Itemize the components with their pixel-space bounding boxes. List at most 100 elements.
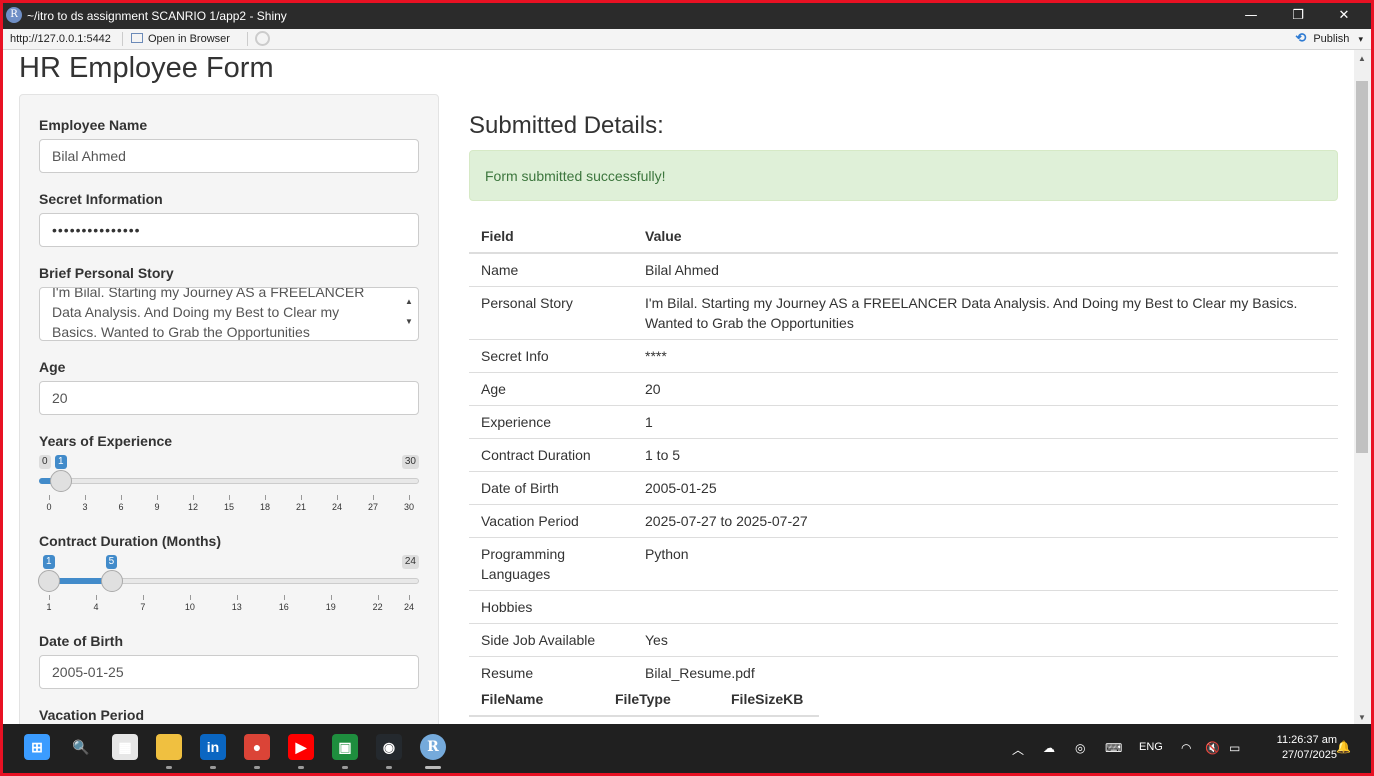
dob-date-input[interactable]: 2005-01-25 <box>39 655 419 689</box>
slider-tick-label: 9 <box>154 502 160 512</box>
slider-max-label: 24 <box>401 555 419 569</box>
scroll-down-icon[interactable]: ▼ <box>1358 713 1366 722</box>
linkedin-icon[interactable]: in <box>200 734 226 760</box>
slider-tick-label: 27 <box>367 502 378 512</box>
onedrive-icon[interactable]: ☁ <box>1043 741 1055 755</box>
value-cell <box>633 590 1338 624</box>
value-cell: 20 <box>633 372 1338 406</box>
page-scrollbar[interactable]: ▲ ▼ <box>1354 50 1371 724</box>
chrome-icon[interactable]: ● <box>244 734 270 760</box>
rstudio-icon[interactable]: R <box>420 734 446 760</box>
scroll-down-icon[interactable]: ▼ <box>405 312 413 332</box>
file-explorer-icon[interactable] <box>156 734 182 760</box>
publish-dropdown-icon[interactable]: ▾ <box>1358 34 1363 44</box>
publish-button[interactable]: ⟲ Publish ▾ <box>1295 31 1363 45</box>
age-label: Age <box>39 359 66 375</box>
slider-tick <box>373 495 374 500</box>
contract-label: Contract Duration (Months) <box>39 533 221 549</box>
close-button[interactable]: ✕ <box>1321 3 1367 29</box>
battery-icon[interactable]: ▭ <box>1229 741 1240 755</box>
scroll-up-icon[interactable]: ▲ <box>405 292 413 312</box>
slider-tick-label: 4 <box>93 602 99 612</box>
slider-handle[interactable] <box>50 470 72 492</box>
youtube-icon[interactable]: ▶ <box>288 734 314 760</box>
age-input[interactable]: 20 <box>39 381 419 415</box>
minimize-button[interactable]: — <box>1228 3 1274 29</box>
contract-range-slider[interactable]: 24 1 5 1 4 7 10 13 16 19 22 24 <box>38 555 419 617</box>
slider-tick <box>283 595 285 600</box>
notifications-icon[interactable]: 🔔 <box>1336 740 1351 754</box>
slider-track[interactable] <box>39 478 419 484</box>
show-hidden-icons-icon[interactable]: ︿ <box>1012 741 1024 758</box>
table-row: Secret Info **** <box>469 339 1338 373</box>
field-cell: Age <box>469 372 633 406</box>
story-line: Data Analysis. And Doing my Best to Clea… <box>52 304 340 320</box>
secret-password-input[interactable]: ••••••••••••••• <box>39 213 419 247</box>
value-cell: Python <box>633 537 1338 591</box>
employee-name-input[interactable]: Bilal Ahmed <box>39 139 419 173</box>
app-window: R ~/itro to ds assignment SCANRIO 1/app2… <box>3 3 1371 773</box>
url-text[interactable]: http://127.0.0.1:5442 <box>10 33 111 45</box>
scroll-up-icon[interactable]: ▲ <box>1358 54 1366 63</box>
open-in-browser-button[interactable]: Open in Browser <box>131 31 230 47</box>
value-cell: Bilal Ahmed <box>633 252 1338 287</box>
slider-handle[interactable] <box>38 570 60 592</box>
refresh-icon[interactable] <box>255 31 270 46</box>
experience-label: Years of Experience <box>39 433 173 449</box>
scrollbar-thumb[interactable] <box>1356 81 1368 453</box>
story-line: I'm Bilal. Starting my Journey AS a FREE… <box>52 287 365 300</box>
employee-name-label: Employee Name <box>39 117 148 133</box>
taskbar: ⊞ 🔍 ▦ in ● ▶ ▣ ◉ R ︿ ☁ ◎ ⌨ ENG ◠ 🔇 ▭ 11:26:37 am… <box>3 724 1371 773</box>
slider-tick-label: 30 <box>403 502 414 512</box>
story-textarea[interactable]: I'm Bilal. Starting my Journey AS a FREE… <box>39 287 419 341</box>
github-icon[interactable]: ◉ <box>376 734 402 760</box>
table-row: Name Bilal Ahmed <box>469 252 1338 287</box>
slider-tick <box>95 595 97 600</box>
r-logo-icon: R <box>6 7 22 23</box>
location-icon[interactable]: ◎ <box>1075 741 1085 755</box>
vacation-label: Vacation Period <box>39 707 145 723</box>
table-row: Programming Languages Python <box>469 537 1338 591</box>
page-title: HR Employee Form <box>19 52 274 84</box>
slider-tick-label: 1 <box>46 602 52 612</box>
field-cell: Personal Story <box>469 286 633 340</box>
value-cell: **** <box>633 339 1338 373</box>
slider-value-badge: 5 <box>105 555 118 569</box>
slider-value-badge: 1 <box>55 455 67 469</box>
start-icon[interactable]: ⊞ <box>24 734 50 760</box>
field-cell: Contract Duration <box>469 438 633 472</box>
clock[interactable]: 11:26:37 am 27/07/2025 <box>1277 733 1337 763</box>
search-icon[interactable]: 🔍 <box>68 734 94 760</box>
textarea-scrollbar[interactable]: ▲ ▼ <box>404 290 416 336</box>
slider-min-label: 0 <box>39 455 51 469</box>
volume-muted-icon[interactable]: 🔇 <box>1205 741 1220 755</box>
experience-slider[interactable]: 0 30 1 0 3 6 9 12 15 18 21 24 27 30 <box>39 455 419 517</box>
running-indicator <box>210 766 216 769</box>
slider-tick <box>330 595 332 600</box>
slider-handle[interactable] <box>100 570 123 592</box>
slider-tick <box>377 595 379 600</box>
file-info-table: FileName FileType FileSizeKB <box>469 682 819 717</box>
slider-tick-label: 3 <box>82 502 88 512</box>
maximize-button[interactable]: ❐ <box>1275 3 1321 29</box>
classroom-icon[interactable]: ▣ <box>332 734 358 760</box>
slider-tick <box>229 495 230 500</box>
running-indicator <box>298 766 304 769</box>
slider-tick <box>193 495 194 500</box>
slider-tick-label: 19 <box>325 602 336 612</box>
language-indicator[interactable]: ENG <box>1139 741 1163 753</box>
title-bar: R ~/itro to ds assignment SCANRIO 1/app2… <box>3 3 1371 29</box>
table-row: Age 20 <box>469 372 1338 406</box>
slider-tick-label: 22 <box>372 602 383 612</box>
value-cell: 1 to 5 <box>633 438 1338 472</box>
slider-max-label: 30 <box>401 455 419 469</box>
slider-tick <box>301 495 302 500</box>
running-indicator <box>254 766 260 769</box>
field-cell: Vacation Period <box>469 504 633 538</box>
column-header: FileName <box>469 682 603 717</box>
store-icon[interactable]: ▦ <box>112 734 138 760</box>
wifi-icon[interactable]: ◠ <box>1181 741 1191 755</box>
slider-tick-label: 21 <box>295 502 306 512</box>
slider-tick-label: 7 <box>140 602 146 612</box>
keyboard-icon[interactable]: ⌨ <box>1105 741 1122 755</box>
